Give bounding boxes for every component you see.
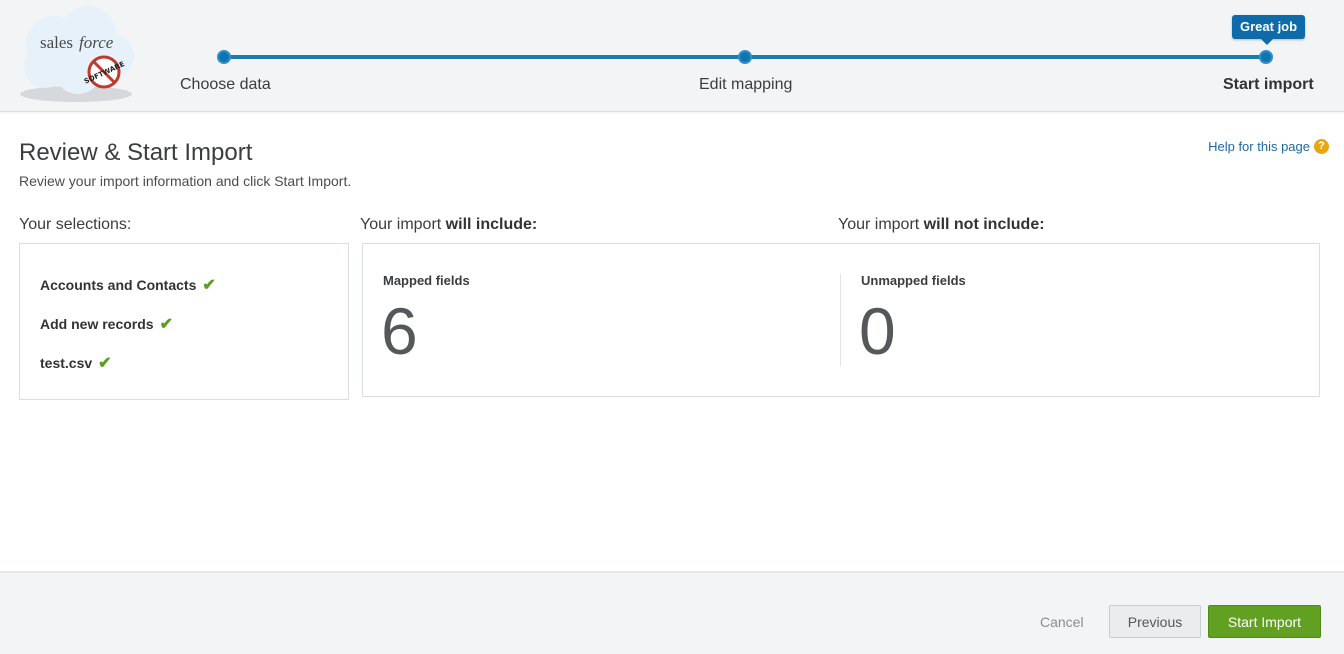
unmapped-fields-label: Unmapped fields: [861, 273, 966, 288]
selection-item: Add new records ✔: [40, 314, 173, 334]
page-title: Review & Start Import: [19, 139, 253, 166]
start-import-button[interactable]: Start Import: [1208, 605, 1321, 638]
step-dot-edit-mapping: [738, 50, 752, 64]
step-dot-start-import: [1259, 50, 1273, 64]
help-link[interactable]: Help for this page ?: [1208, 139, 1329, 154]
unmapped-fields-count: 0: [859, 294, 896, 368]
svg-text:force: force: [79, 33, 114, 52]
selection-item: Accounts and Contacts ✔: [40, 275, 216, 295]
page-subtitle: Review your import information and click…: [19, 173, 352, 189]
selection-item-label: Add new records: [40, 316, 154, 332]
great-job-tooltip: Great job: [1232, 15, 1306, 45]
question-icon: ?: [1314, 139, 1329, 154]
selection-item: test.csv ✔: [40, 353, 112, 373]
will-not-include-heading: Your import will not include:: [838, 216, 1045, 233]
mapped-fields-count: 6: [381, 294, 418, 368]
cancel-button[interactable]: Cancel: [1040, 614, 1084, 630]
mapped-fields-label: Mapped fields: [383, 273, 470, 288]
svg-text:sales: sales: [40, 33, 73, 52]
selection-item-label: test.csv: [40, 355, 93, 371]
salesforce-logo: sales force SOFTWARE: [20, 6, 134, 102]
step-dot-choose-data: [217, 50, 231, 64]
checkmark-icon: ✔: [159, 316, 173, 333]
selections-panel: Accounts and Contacts ✔ Add new records …: [19, 243, 349, 400]
step-label-choose-data: Choose data: [180, 76, 271, 93]
step-label-edit-mapping: Edit mapping: [699, 76, 793, 93]
help-link-label: Help for this page: [1208, 139, 1310, 154]
previous-button[interactable]: Previous: [1109, 605, 1201, 638]
wizard-footer: Cancel Previous Start Import: [0, 571, 1344, 654]
checkmark-icon: ✔: [202, 277, 216, 294]
import-summary-panel: Mapped fields 6 Unmapped fields 0: [362, 243, 1320, 397]
progress-header: sales force SOFTWARE Choose data Edit ma…: [0, 0, 1344, 112]
step-label-start-import: Start import: [1223, 76, 1314, 93]
will-include-heading: Your import will include:: [360, 216, 538, 233]
summary-divider: [840, 274, 841, 366]
selections-heading: Your selections:: [19, 216, 132, 233]
selection-item-label: Accounts and Contacts: [40, 277, 197, 293]
checkmark-icon: ✔: [98, 355, 112, 372]
